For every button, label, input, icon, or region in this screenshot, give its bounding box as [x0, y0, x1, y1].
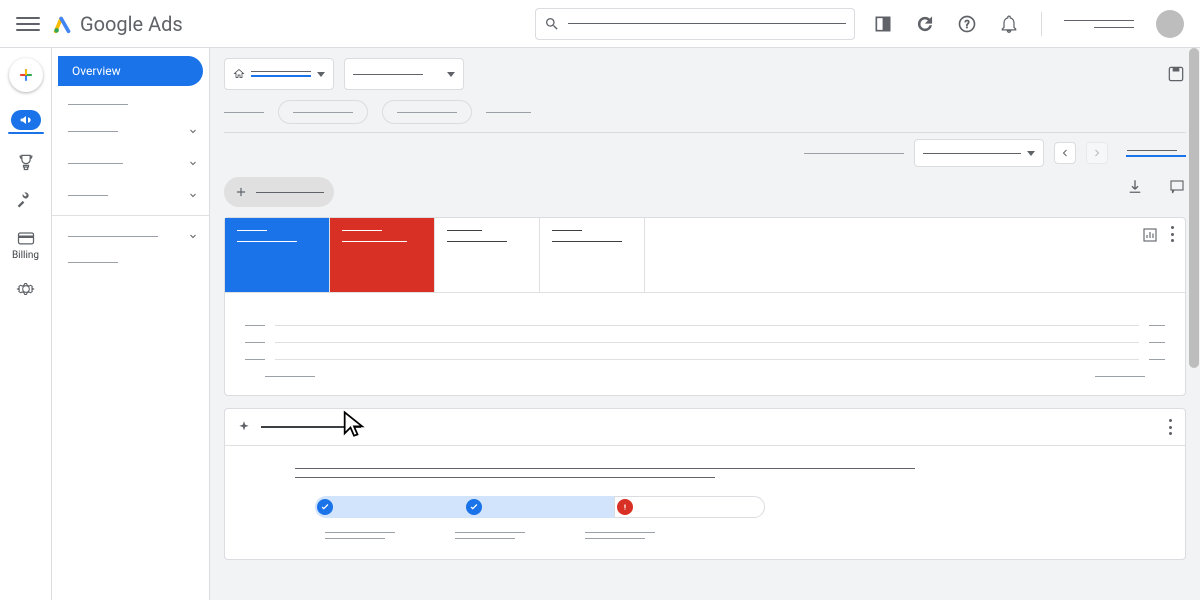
sidebar-item-4[interactable] [52, 179, 209, 211]
gear-icon [16, 279, 36, 299]
date-prev-button[interactable] [1054, 142, 1076, 164]
step-label-3 [585, 532, 655, 539]
compare-tab[interactable] [1118, 150, 1186, 157]
performance-card [224, 217, 1186, 396]
product-name: Google Ads [80, 12, 183, 36]
step-done-icon [317, 499, 333, 515]
rail-goals[interactable] [8, 152, 44, 172]
save-view-icon[interactable] [1166, 64, 1186, 84]
account-switcher[interactable] [1064, 20, 1134, 28]
step-alert-icon [617, 499, 633, 515]
metric-tab-4[interactable] [540, 218, 645, 292]
summary-text [804, 153, 904, 154]
filter-chip-2[interactable] [382, 100, 472, 124]
filter-chip-1[interactable] [278, 100, 368, 124]
account-dropdown[interactable] [224, 58, 334, 90]
date-next-button[interactable] [1086, 142, 1108, 164]
metric-tab-2[interactable] [330, 218, 435, 292]
avatar[interactable] [1156, 10, 1184, 38]
metric-tab-1[interactable] [225, 218, 330, 292]
metric-tab-3[interactable] [435, 218, 540, 292]
card-menu-icon[interactable] [1171, 226, 1175, 242]
billing-icon [16, 228, 36, 248]
top-header: Google Ads ? [0, 0, 1200, 48]
megaphone-icon [18, 112, 34, 128]
notifications-icon[interactable] [999, 14, 1019, 34]
chevron-down-icon [187, 125, 199, 137]
sidebar-item-2[interactable] [52, 115, 209, 147]
product-logo[interactable]: Google Ads [52, 12, 183, 36]
date-range-dropdown[interactable] [914, 139, 1044, 167]
rail-campaigns[interactable] [8, 110, 44, 134]
description-line [295, 477, 715, 478]
tools-icon [16, 190, 36, 210]
rail-admin[interactable] [8, 279, 44, 299]
chart-area [225, 293, 1185, 395]
trophy-icon [16, 152, 36, 172]
sidebar-item-6[interactable] [52, 252, 209, 273]
left-nav-rail: Billing [0, 48, 52, 600]
plus-icon [234, 185, 248, 199]
chevron-left-icon [1059, 147, 1071, 159]
chevron-right-icon [1091, 147, 1103, 159]
rail-tools[interactable] [8, 190, 44, 210]
recommendations-card [224, 408, 1186, 560]
feedback-icon[interactable] [1168, 178, 1186, 196]
main-content [210, 48, 1200, 600]
header-actions: ? [873, 10, 1184, 38]
chevron-down-icon [187, 230, 199, 242]
filter-label [224, 112, 264, 113]
sidebar-item-overview[interactable]: Overview [58, 56, 203, 86]
sidebar-item-1[interactable] [52, 94, 209, 115]
appearance-icon[interactable] [873, 14, 893, 34]
rail-billing-label: Billing [12, 250, 39, 261]
step-label-2 [455, 532, 525, 539]
add-metric-button[interactable] [224, 177, 334, 207]
chart-settings-icon[interactable] [1141, 226, 1159, 244]
plus-icon [16, 65, 36, 85]
step-label-1 [325, 532, 395, 539]
help-icon[interactable]: ? [957, 14, 977, 34]
download-icon[interactable] [1126, 178, 1144, 196]
sidebar-item-5[interactable] [52, 220, 209, 252]
side-panel: Overview [52, 48, 210, 600]
step-done-icon [466, 499, 482, 515]
sparkle-icon [237, 420, 251, 434]
rail-billing[interactable]: Billing [8, 228, 44, 261]
search-input[interactable] [535, 8, 855, 40]
refresh-icon[interactable] [915, 14, 935, 34]
scrollbar-thumb[interactable] [1189, 48, 1199, 368]
description-line [295, 468, 915, 469]
sidebar-item-3[interactable] [52, 147, 209, 179]
create-button[interactable] [9, 58, 43, 92]
home-icon [233, 67, 245, 81]
progress-stepper [315, 496, 765, 518]
chevron-down-icon [187, 189, 199, 201]
svg-text:?: ? [964, 18, 969, 31]
menu-hamburger-icon[interactable] [16, 12, 40, 36]
filter-trailing [486, 112, 531, 113]
chevron-down-icon [187, 157, 199, 169]
search-icon [544, 16, 560, 32]
card-menu-icon[interactable] [1169, 419, 1173, 435]
ads-logo-icon [52, 13, 74, 35]
scope-dropdown[interactable] [344, 58, 464, 90]
mouse-cursor-icon [340, 410, 368, 438]
